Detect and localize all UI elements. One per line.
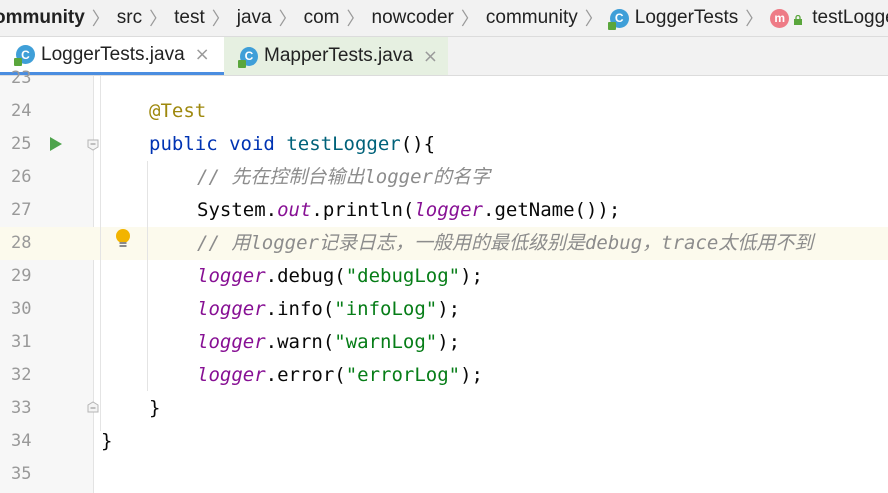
- field-token: logger: [197, 298, 266, 320]
- breadcrumb-item-java[interactable]: java: [237, 7, 272, 29]
- line-number[interactable]: 35: [11, 458, 51, 491]
- code-token: );: [437, 331, 461, 353]
- run-test-icon[interactable]: [50, 137, 62, 151]
- string-token: "infoLog": [334, 298, 438, 320]
- breadcrumb-item-nowcoder[interactable]: nowcoder: [372, 7, 454, 29]
- tab-mappertests-java[interactable]: C MapperTests.java ×: [224, 37, 448, 75]
- code-line-31[interactable]: logger.warn("warnLog");: [197, 326, 460, 359]
- field-token: logger: [414, 199, 483, 221]
- line-number[interactable]: 23: [11, 62, 51, 95]
- method-name-token: testLogger: [286, 133, 401, 155]
- line-number[interactable]: 30: [11, 293, 51, 326]
- breadcrumb-item-src[interactable]: src: [117, 7, 142, 29]
- line-number[interactable]: 27: [11, 194, 51, 227]
- code-line-34[interactable]: }: [101, 425, 112, 458]
- editor-tab-bar: C LoggerTests.java × C MapperTests.java …: [0, 37, 888, 76]
- string-token: "warnLog": [334, 331, 438, 353]
- field-token: logger: [197, 331, 266, 353]
- breadcrumb-separator-icon: 〉: [211, 9, 230, 30]
- code-line-24[interactable]: @Test: [149, 95, 206, 128]
- keyword-token: void: [229, 133, 275, 155]
- line-number[interactable]: 34: [11, 425, 51, 458]
- breadcrumb-item-label: testLogger: [812, 7, 888, 28]
- string-token: "errorLog": [345, 364, 461, 386]
- line-number[interactable]: 26: [11, 161, 51, 194]
- line-number[interactable]: 29: [11, 260, 51, 293]
- string-token: "debugLog": [345, 265, 461, 287]
- breadcrumb-item-loggertests[interactable]: C LoggerTests: [607, 7, 739, 30]
- line-number[interactable]: 32: [11, 359, 51, 392]
- line-number[interactable]: 25: [11, 128, 51, 161]
- code-line-27[interactable]: System.out.println(logger.getName());: [197, 194, 620, 227]
- code-token: }: [101, 430, 113, 452]
- field-token: logger: [197, 265, 266, 287]
- breadcrumb-separator-icon: 〉: [460, 9, 479, 30]
- tab-label: LoggerTests.java: [41, 43, 185, 65]
- code-token: );: [460, 364, 483, 386]
- breadcrumb-separator-icon: 〉: [149, 9, 168, 30]
- code-line-32[interactable]: logger.error("errorLog");: [197, 359, 483, 392]
- field-token: out: [277, 199, 312, 221]
- breadcrumb-item-testlogger[interactable]: m testLogger: [770, 7, 888, 29]
- breadcrumb-separator-icon: 〉: [278, 9, 297, 30]
- code-token: .getName());: [483, 199, 621, 221]
- code-line-29[interactable]: logger.debug("debugLog");: [197, 260, 483, 293]
- breadcrumb-separator-icon: 〉: [584, 9, 603, 30]
- code-token: .println(: [311, 199, 415, 221]
- breadcrumb: ommunity 〉 src 〉 test 〉 java 〉 com 〉 now…: [0, 0, 888, 37]
- code-token: (){: [400, 133, 436, 155]
- fold-end-icon[interactable]: [87, 401, 99, 413]
- line-number[interactable]: 24: [11, 95, 51, 128]
- code-token: .info(: [265, 298, 335, 320]
- close-icon[interactable]: ×: [195, 44, 210, 65]
- comment-token: // 用logger记录日志，一般用的最低级别是debug，trace太低用不到: [197, 232, 814, 254]
- code-token: .debug(: [265, 265, 346, 287]
- code-line-26[interactable]: // 先在控制台输出logger的名字: [197, 161, 490, 194]
- indent-guide: [100, 76, 101, 431]
- code-token: );: [460, 265, 483, 287]
- class-icon: C: [607, 8, 629, 30]
- breadcrumb-item-test[interactable]: test: [174, 7, 205, 29]
- breadcrumb-separator-icon: 〉: [346, 9, 365, 30]
- field-token: logger: [197, 364, 266, 386]
- breadcrumb-item-label: LoggerTests: [634, 7, 739, 28]
- code-line-28[interactable]: // 用logger记录日志，一般用的最低级别是debug，trace太低用不到: [197, 227, 813, 260]
- code-line-30[interactable]: logger.info("infoLog");: [197, 293, 460, 326]
- code-token: System.: [197, 199, 278, 221]
- line-number[interactable]: 31: [11, 326, 51, 359]
- annotation-token: @Test: [149, 100, 207, 122]
- code-token: }: [149, 397, 161, 419]
- breadcrumb-item-com[interactable]: com: [304, 7, 340, 29]
- code-token: );: [437, 298, 461, 320]
- code-token: .warn(: [265, 331, 335, 353]
- close-icon[interactable]: ×: [423, 46, 438, 67]
- code-line-25[interactable]: public void testLogger(){: [149, 128, 435, 161]
- breadcrumb-separator-icon: 〉: [745, 9, 764, 30]
- line-number[interactable]: 28: [11, 227, 51, 260]
- breadcrumb-separator-icon: 〉: [91, 9, 110, 30]
- keyword-token: public: [149, 133, 218, 155]
- comment-token: // 先在控制台输出logger的名字: [197, 166, 490, 188]
- breadcrumb-item-community[interactable]: community: [486, 7, 578, 29]
- class-icon: C: [238, 46, 258, 68]
- tab-label: MapperTests.java: [264, 45, 413, 66]
- code-line-33[interactable]: }: [149, 392, 160, 425]
- breadcrumb-item-community-root[interactable]: ommunity: [0, 7, 85, 29]
- indent-guide: [147, 161, 148, 391]
- code-token: .error(: [265, 364, 346, 386]
- lightbulb-icon[interactable]: [114, 228, 132, 250]
- fold-icon[interactable]: [87, 139, 99, 151]
- method-icon: m: [770, 8, 790, 28]
- lock-icon: [794, 15, 803, 25]
- line-number[interactable]: 33: [11, 392, 51, 425]
